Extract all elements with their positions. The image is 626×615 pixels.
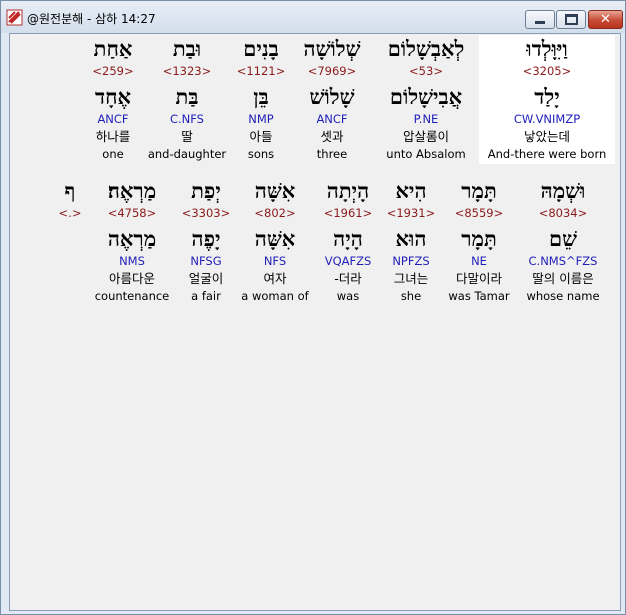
english-gloss: countenance	[94, 289, 170, 303]
title-bar[interactable]: @원전분해 - 삼하 14:27 ✕	[1, 1, 625, 33]
window-title: @원전분해 - 삼하 14:27	[27, 12, 156, 26]
verse-analysis-panel: וַיִּוָּלְדוּ <3205> יָלַד CW.VNIMZP 낳았는…	[9, 33, 621, 611]
strong-number: <.>	[58, 206, 82, 220]
app-window: @원전분해 - 삼하 14:27 ✕ וַיִּוָּלְדוּ <3205> …	[0, 0, 626, 615]
maximize-button[interactable]	[556, 10, 586, 29]
maximize-icon	[564, 14, 578, 25]
strong-number: <259>	[92, 64, 134, 78]
strong-number: <3205>	[522, 64, 572, 78]
english-gloss: one	[102, 147, 124, 161]
lemma: אֶחָד	[94, 84, 131, 109]
app-logo-icon	[6, 9, 23, 26]
hebrew-word: וַיִּוָּלְדוּ	[526, 36, 568, 61]
hebrew-word: ף	[64, 178, 76, 203]
word-cell[interactable]: ף <.>	[50, 177, 90, 222]
lemma: מַרְאֶה	[107, 226, 157, 251]
close-button[interactable]: ✕	[588, 10, 623, 29]
minimize-icon	[535, 21, 545, 24]
lemma: יָלַד	[534, 84, 560, 109]
english-gloss: And-there were born	[487, 147, 607, 161]
minimize-button[interactable]	[525, 10, 555, 29]
close-icon: ✕	[600, 12, 611, 27]
word-cell[interactable]: אַחַת <259> אֶחָד ANCF 하나를 one	[45, 35, 181, 164]
hebrew-word: אַחַת	[93, 36, 133, 61]
word-cell[interactable]: וַיִּוָּלְדוּ <3205> יָלַד CW.VNIMZP 낳았는…	[479, 35, 615, 164]
